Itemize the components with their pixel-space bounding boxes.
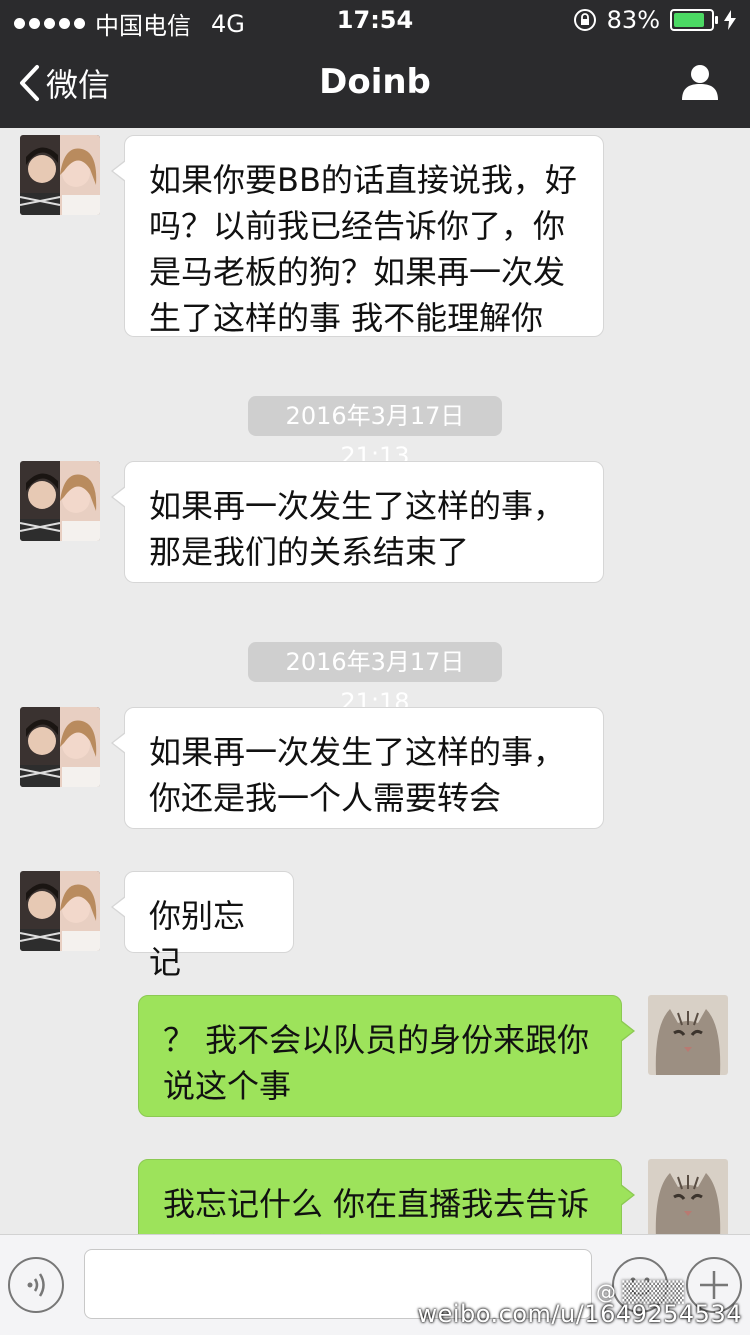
incoming-message[interactable]: 如果再一次发生了这样的事，你还是我一个人需要转会 [111, 707, 604, 829]
person-icon [682, 65, 718, 100]
incoming-message[interactable]: 如果你要BB的话直接说我，好吗？以前我已经告诉你了，你是马老板的狗？如果再一次发… [111, 135, 604, 337]
incoming-message[interactable]: 如果再一次发生了这样的事，那是我们的关系结束了 [111, 461, 604, 583]
battery-percent: 83% [606, 6, 660, 34]
voice-icon [27, 1273, 45, 1297]
rotation-lock-icon [573, 9, 596, 31]
message-text: 如果你要BB的话直接说我，好吗？以前我已经告诉你了，你是马老板的狗？如果再一次发… [149, 161, 577, 337]
status-right: 83% [573, 6, 736, 34]
message-text: 如果再一次发生了这样的事，你还是我一个人需要转会 [149, 733, 566, 817]
outgoing-message[interactable]: 我忘记什么 你在直播我去告诉你这个事 这本来就没什么事 [138, 1159, 635, 1234]
profile-button[interactable] [680, 62, 720, 106]
message-timestamp: 2016年3月17日 21:13 [248, 396, 502, 470]
message-text: 我忘记什么 你在直播我去告诉你这个事 这本来就没什么事 [163, 1185, 590, 1234]
battery-icon [670, 9, 718, 31]
chat-message-list[interactable]: 如果你要BB的话直接说我，好吗？以前我已经告诉你了，你是马老板的狗？如果再一次发… [0, 128, 750, 1234]
message-text: ？ 我不会以队员的身份来跟你说这个事 [163, 1021, 590, 1105]
navigation-bar: 微信 Doinb [0, 40, 750, 128]
voice-input-button[interactable] [8, 1257, 64, 1313]
contact-avatar[interactable] [20, 871, 100, 951]
message-text: 你别忘记 [149, 897, 246, 981]
contact-avatar[interactable] [20, 135, 100, 215]
charging-icon [724, 10, 736, 30]
weibo-watermark-url: weibo.com/u/1649254534 [417, 1300, 742, 1328]
contact-avatar[interactable] [20, 707, 100, 787]
incoming-message[interactable]: 你别忘记 [111, 871, 294, 981]
my-avatar[interactable] [648, 995, 728, 1075]
message-timestamp: 2016年3月17日 21:18 [248, 642, 502, 716]
message-text: 如果再一次发生了这样的事，那是我们的关系结束了 [149, 487, 566, 571]
chat-title: Doinb [319, 62, 431, 102]
my-avatar[interactable] [648, 1159, 728, 1234]
outgoing-message[interactable]: ？ 我不会以队员的身份来跟你说这个事 [138, 995, 635, 1117]
status-bar: 中国电信 4G 17:54 83% [0, 0, 750, 40]
contact-avatar[interactable] [20, 461, 100, 541]
